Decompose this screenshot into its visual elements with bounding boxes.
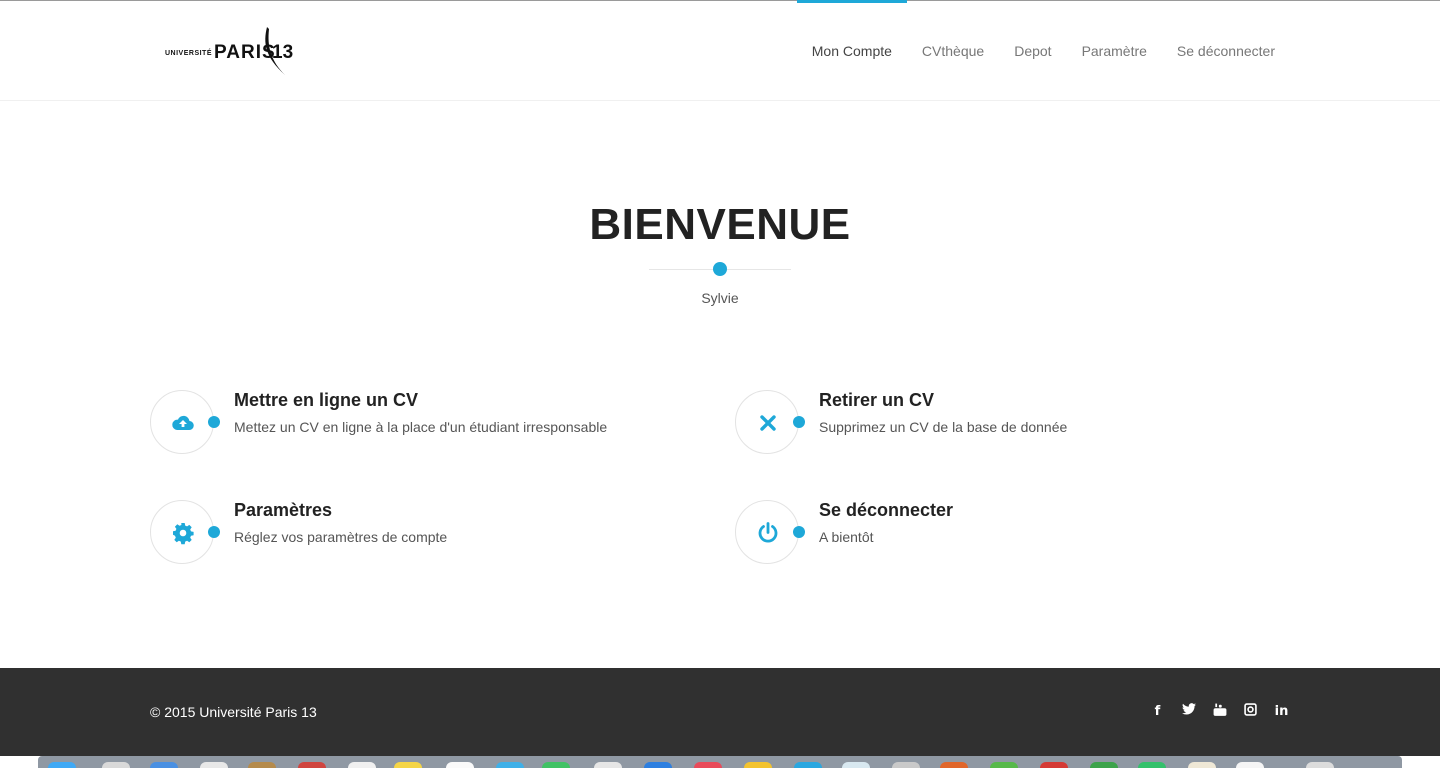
dock-app-icon[interactable] [496,762,524,768]
feature-description: Supprimez un CV de la base de donnée [819,419,1068,435]
instagram-icon[interactable] [1242,703,1259,720]
feature-bullet [793,526,805,538]
university-logo[interactable]: UNIVERSITÉ PARIS 13 [165,25,295,77]
dock-app-icon[interactable] [150,762,178,768]
dock-app-icon[interactable] [248,762,276,768]
gear-icon [173,523,194,545]
feature-bullet [208,526,220,538]
feature-bullet [208,416,220,428]
dock-app-icon[interactable] [1236,762,1264,768]
main-nav: Mon Compte CVthèque Depot Paramètre Se d… [796,0,1290,101]
dock-app-icon[interactable] [394,762,422,768]
feature-title[interactable]: Retirer un CV [819,390,934,411]
copyright-text: © 2015 Université Paris 13 [150,704,317,720]
feature-upload-cv[interactable]: Mettre en ligne un CV Mettez un CV en li… [150,390,710,460]
feature-description: Réglez vos paramètres de compte [234,529,448,545]
linkedin-icon[interactable]: in [1273,703,1290,720]
logo-small-text: UNIVERSITÉ [165,50,213,57]
dock-app-icon[interactable] [940,762,968,768]
user-name: Sylvie [701,290,739,306]
dock-app-icon[interactable] [200,762,228,768]
feature-title[interactable]: Se déconnecter [819,500,953,521]
feature-description: Mettez un CV en ligne à la place d'un ét… [234,419,608,435]
divider-dot [713,262,727,276]
dock-app-icon[interactable] [542,762,570,768]
title-divider [649,262,791,276]
nav-cvtheque[interactable]: CVthèque [907,1,999,101]
nav-mon-compte[interactable]: Mon Compte [796,0,908,101]
dock-app-icon[interactable] [298,762,326,768]
dock-app-icon[interactable] [892,762,920,768]
feature-remove-cv[interactable]: Retirer un CV Supprimez un CV de la base… [735,390,1295,460]
site-footer: © 2015 Université Paris 13 f in [0,668,1440,756]
nav-depot[interactable]: Depot [999,1,1066,101]
youtube-icon[interactable] [1211,703,1228,720]
dock-app-icon[interactable] [744,762,772,768]
nav-parametre[interactable]: Paramètre [1067,1,1162,101]
nav-se-deconnecter[interactable]: Se déconnecter [1162,1,1290,101]
feature-icon-circle [150,500,214,564]
dock-app-icon[interactable] [1138,762,1166,768]
feature-icon-circle [150,390,214,454]
dock-app-icon[interactable] [594,762,622,768]
cloud-upload-icon [172,415,194,431]
feature-title[interactable]: Paramètres [234,500,332,521]
site-header: UNIVERSITÉ PARIS 13 Mon Compte CVthèque … [0,0,1440,101]
dock-app-icon[interactable] [694,762,722,768]
dock-app-icon[interactable] [842,762,870,768]
dock-app-icon[interactable] [348,762,376,768]
twitter-icon[interactable] [1180,703,1197,720]
feature-settings[interactable]: Paramètres Réglez vos paramètres de comp… [150,500,710,570]
feature-description: A bientôt [819,529,874,545]
dock-app-icon[interactable] [446,762,474,768]
facebook-icon[interactable]: f [1149,703,1166,720]
feature-bullet [793,416,805,428]
feature-icon-circle [735,500,799,564]
feature-icon-circle [735,390,799,454]
dock-app-icon[interactable] [1040,762,1068,768]
page-title: BIENVENUE [589,200,851,249]
dock-app-icon[interactable] [102,762,130,768]
dock-app-icon[interactable] [48,762,76,768]
feature-title[interactable]: Mettre en ligne un CV [234,390,418,411]
social-links: f in [1149,703,1290,720]
welcome-section: BIENVENUE Sylvie [0,200,1440,306]
dock-app-icon[interactable] [794,762,822,768]
os-dock [38,756,1402,768]
dock-app-icon[interactable] [644,762,672,768]
dock-app-icon[interactable] [1306,762,1334,768]
dock-app-icon[interactable] [1090,762,1118,768]
dock-app-icon[interactable] [1188,762,1216,768]
feature-logout[interactable]: Se déconnecter A bientôt [735,500,1295,570]
close-icon [760,415,776,431]
power-icon [758,522,778,543]
dock-app-icon[interactable] [990,762,1018,768]
logo-number-text: 13 [272,42,294,63]
